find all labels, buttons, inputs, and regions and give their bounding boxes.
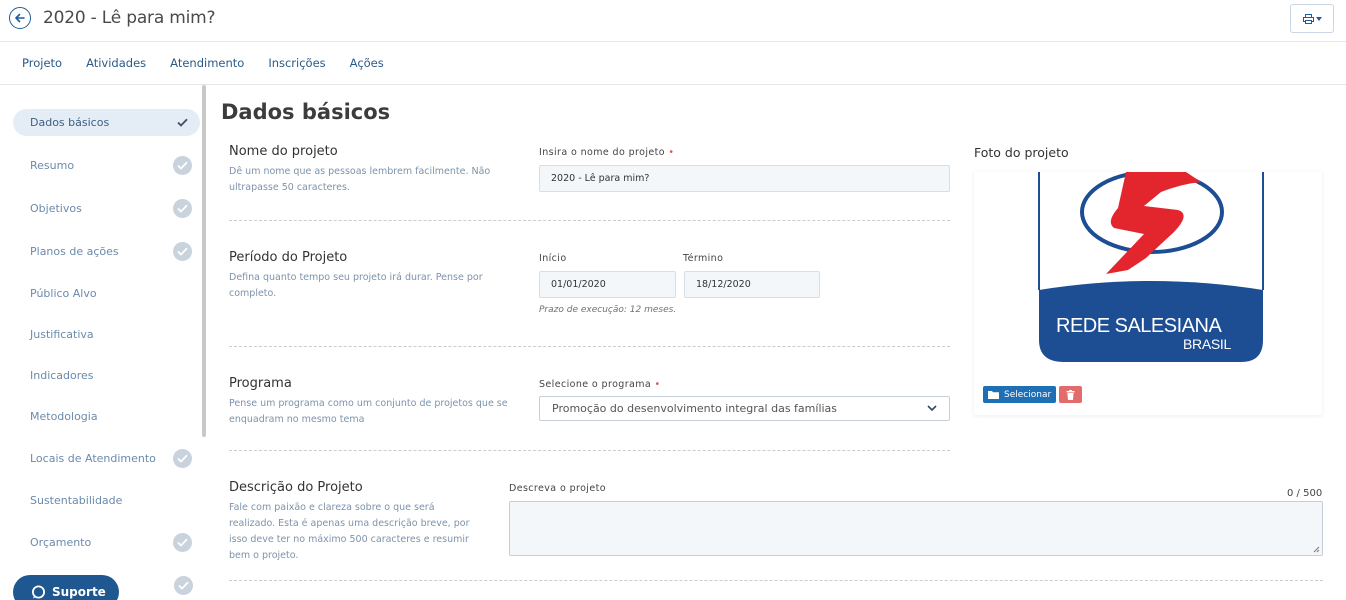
printer-icon	[1302, 13, 1314, 24]
page-title: 2020 - Lê para mim?	[43, 8, 216, 28]
descricao-section-title: Descrição do Projeto	[229, 480, 363, 495]
sidebar-item-objetivos[interactable]: Objetivos	[13, 195, 200, 222]
program-select[interactable]: Promoção do desenvolvimento integral das…	[539, 396, 950, 421]
periodo-section-description-line: completo.	[229, 288, 277, 299]
section-divider	[229, 220, 950, 221]
section-sidebar: Dados básicos Resumo Objetivos Planos de…	[0, 85, 207, 600]
tab-atividades[interactable]: Atividades	[86, 56, 146, 70]
check-icon	[174, 576, 193, 595]
start-date-label: Início	[539, 253, 567, 264]
section-title: Dados básicos	[221, 100, 391, 124]
sidebar-item-metodologia[interactable]: Metodologia	[13, 403, 200, 430]
programa-section-description-line: Pense um programa como um conjunto de pr…	[229, 398, 508, 409]
check-icon	[173, 199, 192, 218]
sidebar-item-orcamento[interactable]: Orçamento	[13, 529, 200, 556]
sidebar-item-label: Sustentabilidade	[30, 494, 123, 507]
sidebar-item-label: Justificativa	[30, 328, 94, 341]
nome-field-label: Insira o nome do projeto •	[539, 147, 675, 158]
logo-text: REDE SALESIANA	[1056, 315, 1222, 337]
sidebar-item-dados-basicos[interactable]: Dados básicos	[13, 109, 200, 136]
support-button[interactable]: Suporte	[13, 575, 119, 600]
sidebar-item-label: Objetivos	[30, 202, 82, 215]
select-photo-button[interactable]: Selecionar	[983, 386, 1056, 403]
character-counter: 0 / 500	[1287, 488, 1323, 499]
descricao-section-description-line: isso deve ter no máximo 500 caracteres e…	[229, 534, 469, 545]
app-header: 2020 - Lê para mim?	[0, 0, 1346, 42]
trash-icon	[1066, 389, 1075, 400]
sidebar-item-publico-alvo[interactable]: Público Alvo	[13, 280, 200, 307]
check-icon	[173, 156, 192, 175]
sidebar-item-planos-de-acoes[interactable]: Planos de ações	[13, 238, 200, 265]
section-divider	[229, 450, 950, 451]
check-icon	[173, 242, 192, 261]
program-select-value: Promoção do desenvolvimento integral das…	[552, 402, 838, 415]
end-date-label: Término	[683, 253, 724, 264]
tab-projeto[interactable]: Projeto	[22, 56, 62, 70]
descricao-section-description-line: realizado. Esta é apenas uma descrição b…	[229, 518, 470, 529]
section-divider	[229, 580, 1323, 581]
select-photo-label: Selecionar	[1004, 389, 1052, 400]
sidebar-item-resumo[interactable]: Resumo	[13, 152, 200, 179]
sidebar-item-sustentabilidade[interactable]: Sustentabilidade	[13, 487, 200, 514]
folder-icon	[988, 391, 999, 399]
nome-section-title: Nome do projeto	[229, 144, 338, 159]
nome-section-description-line: ultrapasse 50 caracteres.	[229, 182, 350, 193]
project-name-input[interactable]: 2020 - Lê para mim?	[539, 165, 950, 192]
periodo-section-description-line: Defina quanto tempo seu projeto irá dura…	[229, 272, 483, 283]
required-marker: •	[668, 147, 675, 158]
execution-period-hint: Prazo de execução: 12 meses.	[539, 305, 677, 315]
sidebar-item-label: Orçamento	[30, 536, 92, 549]
resize-handle-icon[interactable]	[1312, 545, 1320, 553]
sidebar-item-justificativa[interactable]: Justificativa	[13, 321, 200, 348]
sidebar-item-label: Dados básicos	[30, 116, 110, 129]
nome-section-description-line: Dê um nome que as pessoas lembrem facilm…	[229, 166, 491, 177]
tab-acoes[interactable]: Ações	[350, 56, 384, 70]
chevron-down-icon	[927, 405, 937, 412]
sidebar-scrollbar[interactable]	[202, 85, 206, 437]
sidebar-item-label: Locais de Atendimento	[30, 452, 156, 465]
check-icon	[173, 533, 192, 552]
sidebar-item-label: Metodologia	[30, 410, 98, 423]
sidebar-item-indicadores[interactable]: Indicadores	[13, 362, 200, 389]
sidebar-item-label: Indicadores	[30, 369, 94, 382]
sidebar-item-label: Resumo	[30, 159, 75, 172]
end-date-input[interactable]: 18/12/2020	[684, 271, 820, 298]
back-arrow-icon[interactable]	[9, 7, 31, 29]
descricao-section-description-line: Fale com paixão e clareza sobre o que se…	[229, 502, 435, 513]
required-marker: •	[654, 379, 661, 390]
programa-section-title: Programa	[229, 376, 292, 391]
check-icon	[173, 449, 192, 468]
delete-photo-button[interactable]	[1059, 386, 1082, 403]
description-textarea[interactable]	[509, 501, 1323, 556]
tab-atendimento[interactable]: Atendimento	[170, 56, 244, 70]
description-field-label: Descreva o projeto	[509, 483, 606, 494]
programa-field-label: Selecione o programa •	[539, 379, 661, 390]
section-divider	[229, 346, 950, 347]
logo-text: BRASIL	[1183, 336, 1231, 352]
tab-inscricoes[interactable]: Inscrições	[268, 56, 325, 70]
periodo-section-title: Período do Projeto	[229, 250, 348, 265]
start-date-input[interactable]: 01/01/2020	[539, 271, 676, 298]
check-icon	[173, 113, 192, 132]
sidebar-item-label: Público Alvo	[30, 287, 97, 300]
photo-card: REDE SALESIANA BRASIL Selecionar	[974, 172, 1322, 415]
descricao-section-description-line: bem o projeto.	[229, 550, 299, 561]
project-tabs: Projeto Atividades Atendimento Inscriçõe…	[0, 42, 1346, 85]
support-label: Suporte	[52, 585, 106, 599]
caret-down-icon	[1315, 16, 1322, 21]
sidebar-item-locais-de-atendimento[interactable]: Locais de Atendimento	[13, 445, 200, 472]
sidebar-item-label: Planos de ações	[30, 245, 119, 258]
chat-bubble-icon	[32, 585, 45, 598]
print-button[interactable]	[1290, 4, 1334, 33]
photo-title: Foto do projeto	[974, 145, 1069, 160]
programa-section-description-line: enquadram no mesmo tema	[229, 414, 365, 425]
